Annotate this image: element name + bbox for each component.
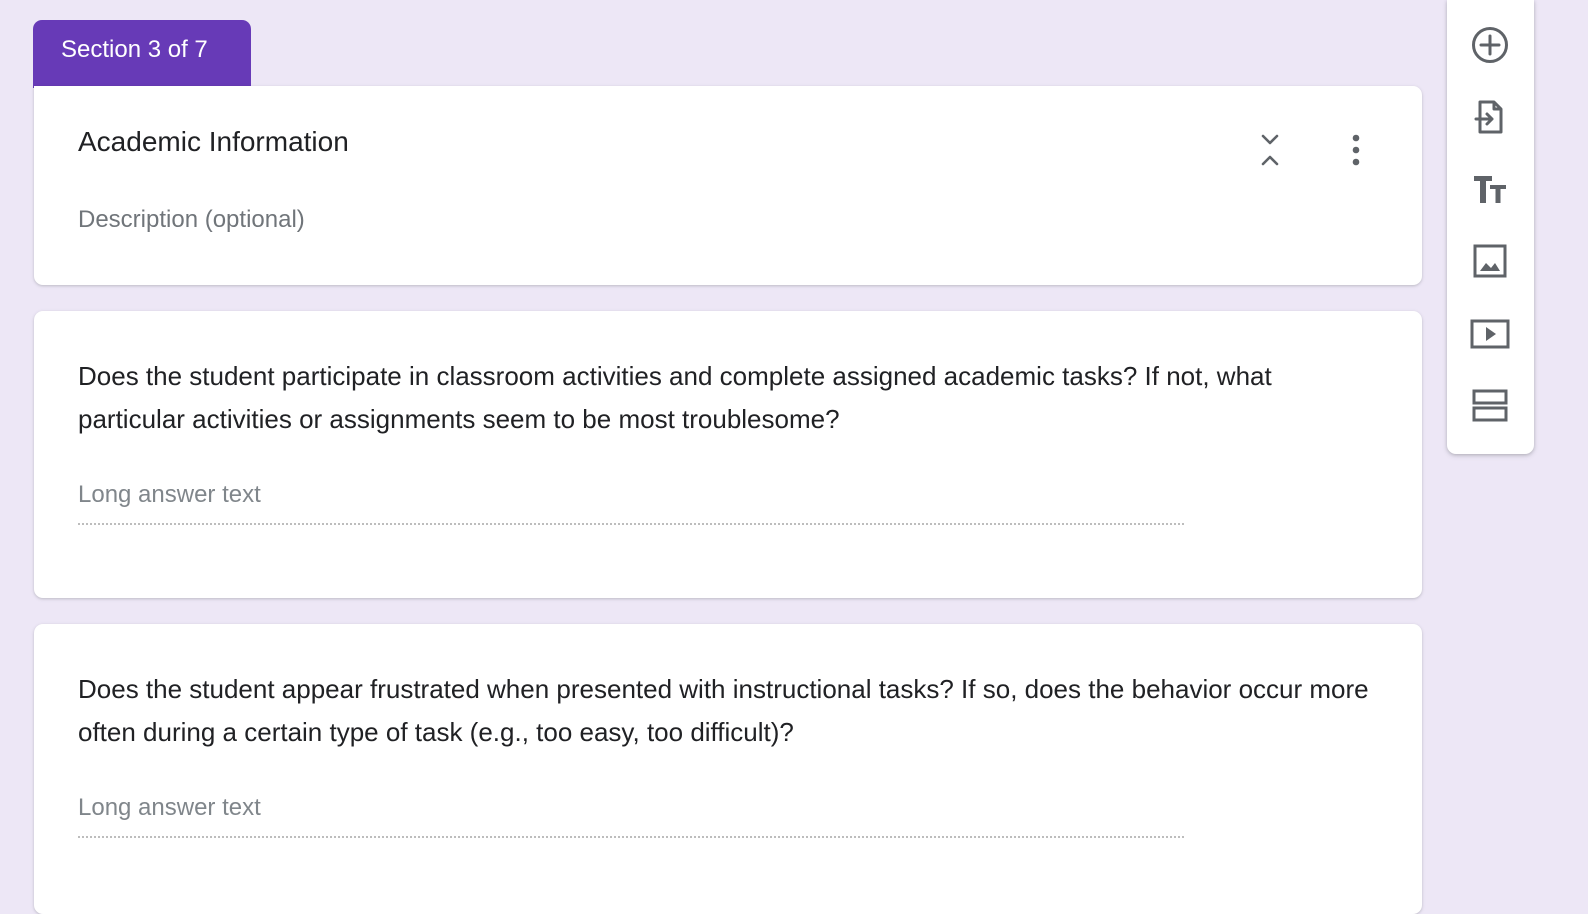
section-tab: Section 3 of 7: [33, 20, 251, 88]
section-tab-label: Section 3 of 7: [61, 36, 208, 63]
add-circle-icon: [1470, 25, 1510, 65]
add-image-button[interactable]: [1467, 238, 1513, 284]
answer-placeholder: Long answer text: [78, 794, 261, 821]
more-vert-icon: [1351, 133, 1361, 172]
title-text-icon: [1470, 169, 1510, 209]
floating-toolbar: [1447, 0, 1534, 454]
video-icon: [1469, 313, 1511, 353]
question-card[interactable]: Does the student appear frustrated when …: [34, 624, 1422, 914]
add-question-button[interactable]: [1467, 22, 1513, 68]
import-questions-button[interactable]: [1467, 94, 1513, 140]
section-header-card[interactable]: Academic Information Description (option…: [34, 86, 1422, 285]
answer-placeholder: Long answer text: [78, 481, 261, 508]
image-icon: [1470, 241, 1510, 281]
section-description-field[interactable]: Description (optional): [78, 206, 305, 234]
question-title[interactable]: Does the student participate in classroo…: [78, 355, 1378, 441]
question-title[interactable]: Does the student appear frustrated when …: [78, 668, 1378, 754]
add-section-button[interactable]: [1467, 382, 1513, 428]
collapse-icon: [1258, 132, 1282, 173]
more-options-button[interactable]: [1334, 130, 1378, 174]
import-questions-icon: [1470, 97, 1510, 137]
question-card[interactable]: Does the student participate in classroo…: [34, 311, 1422, 598]
long-answer-field: Long answer text: [78, 479, 1184, 525]
add-title-button[interactable]: [1467, 166, 1513, 212]
collapse-section-button[interactable]: [1248, 130, 1292, 174]
long-answer-field: Long answer text: [78, 792, 1184, 838]
section-icon: [1470, 385, 1510, 425]
add-video-button[interactable]: [1467, 310, 1513, 356]
section-title[interactable]: Academic Information: [78, 126, 349, 158]
